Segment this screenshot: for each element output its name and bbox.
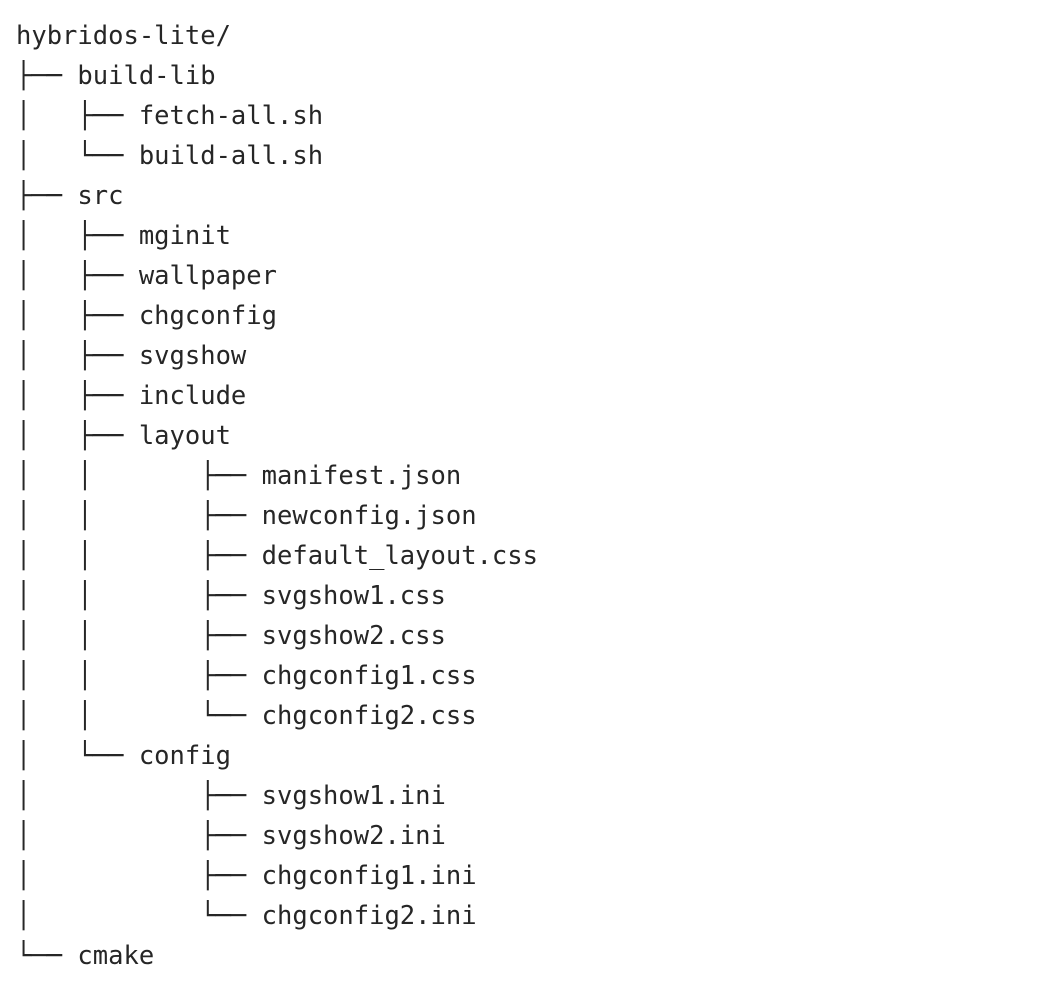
- tree-line: │ ├── chgconfig1.ini: [16, 861, 477, 891]
- tree-line: │ └── build-all.sh: [16, 141, 324, 171]
- tree-line: │ │ ├── svgshow1.css: [16, 581, 446, 611]
- tree-line: ├── src: [16, 181, 124, 211]
- tree-line: │ ├── mginit: [16, 221, 231, 251]
- tree-line: │ └── chgconfig2.ini: [16, 901, 477, 931]
- tree-line: │ ├── wallpaper: [16, 261, 277, 291]
- tree-line: │ ├── include: [16, 381, 247, 411]
- tree-line: │ │ ├── newconfig.json: [16, 501, 477, 531]
- tree-line: │ │ └── chgconfig2.css: [16, 701, 477, 731]
- tree-line: │ ├── svgshow: [16, 341, 247, 371]
- tree-line: │ │ ├── svgshow2.css: [16, 621, 446, 651]
- tree-line: │ ├── svgshow1.ini: [16, 781, 446, 811]
- tree-root-line: hybridos-lite/: [16, 21, 231, 51]
- tree-line: │ └── config: [16, 741, 231, 771]
- tree-line: │ ├── svgshow2.ini: [16, 821, 446, 851]
- tree-line: └── cmake: [16, 941, 155, 971]
- tree-line: ├── build-lib: [16, 61, 216, 91]
- tree-line: │ │ ├── chgconfig1.css: [16, 661, 477, 691]
- tree-line: │ │ ├── default_layout.css: [16, 541, 538, 571]
- tree-line: │ ├── chgconfig: [16, 301, 277, 331]
- directory-tree-output: hybridos-lite/ ├── build-lib │ ├── fetch-a…: [16, 16, 538, 976]
- tree-line: │ ├── fetch-all.sh: [16, 101, 324, 131]
- tree-line: │ ├── layout: [16, 421, 231, 451]
- tree-line: │ │ ├── manifest.json: [16, 461, 462, 491]
